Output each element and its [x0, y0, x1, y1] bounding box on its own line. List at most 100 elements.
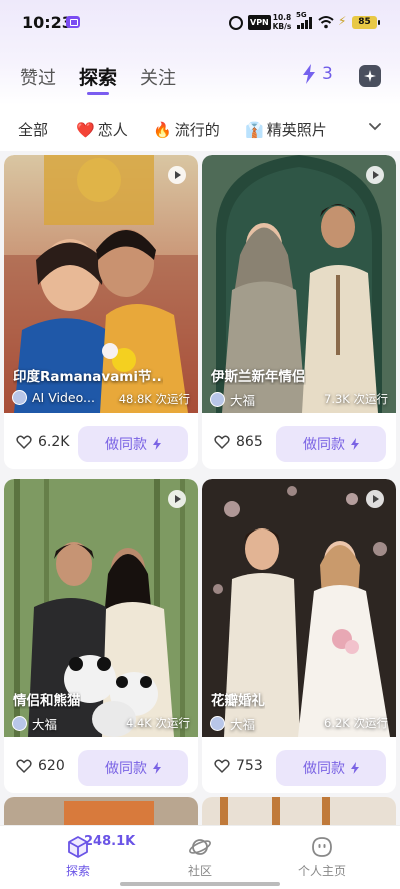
- tab-explore[interactable]: 探索: [79, 63, 117, 90]
- nav-label: 社区: [187, 864, 212, 878]
- nav-explore[interactable]: 探索: [38, 836, 118, 879]
- heart-outline-icon: [214, 435, 230, 449]
- template-card[interactable]: 伊斯兰新年情侣 大福 7.3K 次运行 865 做同款: [202, 155, 396, 469]
- battery-indicator: 85: [352, 16, 380, 29]
- energy-counter[interactable]: 3: [302, 64, 333, 84]
- card-title: 伊斯兰新年情侣: [211, 369, 306, 385]
- avatar: [12, 390, 27, 405]
- card-title: 印度Ramanavami节...: [13, 369, 163, 385]
- alarm-icon: [229, 16, 243, 30]
- like-button[interactable]: 753: [214, 758, 263, 774]
- lightning-icon: [303, 64, 315, 84]
- template-card-partial[interactable]: [4, 797, 198, 825]
- avatar: [210, 392, 225, 407]
- heart-outline-icon: [214, 759, 230, 773]
- sparkle-icon: [364, 70, 376, 82]
- run-count: 6.2K 次运行: [324, 716, 388, 730]
- lightning-icon: [153, 762, 161, 774]
- template-feed: 印度Ramanavami节... AI Video... 48.8K 次运行 6…: [0, 151, 400, 825]
- author-name: AI Video...: [32, 390, 95, 405]
- heart-icon: ❤️: [76, 120, 95, 139]
- fire-icon: 🔥: [153, 120, 172, 139]
- like-count: 6.2K: [38, 434, 70, 450]
- create-button[interactable]: [359, 65, 381, 87]
- nav-label: 个人主页: [297, 864, 346, 878]
- vpn-badge: VPN: [248, 15, 271, 30]
- nav-community[interactable]: 社区: [160, 836, 240, 879]
- card-author: AI Video...: [12, 390, 95, 405]
- energy-count: 3: [322, 64, 333, 84]
- charging-icon: ⚡: [338, 14, 347, 28]
- nav-label: 探索: [65, 864, 90, 878]
- template-card[interactable]: 花瓣婚礼 大福 6.2K 次运行 753 做同款: [202, 479, 396, 793]
- card-thumbnail-partial: [202, 797, 396, 825]
- run-count: 48.8K 次运行: [118, 392, 190, 406]
- like-button[interactable]: 865: [214, 434, 263, 450]
- like-count: 865: [236, 434, 263, 450]
- like-count: 753: [236, 758, 263, 774]
- signal-icon: 5G: [296, 11, 314, 29]
- category-label: 精英照片: [266, 121, 327, 139]
- lightning-icon: [153, 438, 161, 450]
- play-icon: [366, 490, 384, 508]
- template-card-partial[interactable]: [202, 797, 396, 825]
- run-count: 7.3K 次运行: [324, 392, 388, 406]
- explore-icon: [68, 836, 88, 858]
- card-author: 大福: [12, 714, 57, 733]
- active-tab-indicator: [87, 92, 109, 95]
- category-filter-bar: 全部 ❤️ 恋人 🔥 流行的 👔 精英照片: [0, 105, 400, 151]
- home-indicator: [120, 882, 280, 886]
- like-button[interactable]: 6.2K: [16, 434, 69, 450]
- card-title: 花瓣婚礼: [211, 693, 265, 709]
- make-same-button[interactable]: 做同款: [78, 426, 188, 462]
- suit-icon: 👔: [245, 120, 264, 139]
- network-speed: 10.8 KB/s: [271, 13, 293, 31]
- template-card[interactable]: 印度Ramanavami节... AI Video... 48.8K 次运行 6…: [4, 155, 198, 469]
- make-same-button[interactable]: 做同款: [276, 750, 386, 786]
- category-label: 恋人: [97, 121, 128, 139]
- lightning-icon: [351, 438, 359, 450]
- template-card[interactable]: 情侣和熊猫 大福 4.4K 次运行 620 做同款: [4, 479, 198, 793]
- wifi-icon: [318, 16, 334, 29]
- card-footer: 6.2K 做同款: [4, 413, 198, 469]
- category-all[interactable]: 全部: [18, 119, 48, 140]
- card-footer: 753 做同款: [202, 737, 396, 793]
- avatar: [12, 716, 27, 731]
- tab-liked[interactable]: 赞过: [20, 64, 56, 90]
- card-footer: 865 做同款: [202, 413, 396, 469]
- author-name: 大福: [32, 717, 58, 732]
- category-label: 流行的: [174, 121, 220, 139]
- card-author: 大福: [210, 714, 255, 733]
- category-lovers[interactable]: ❤️ 恋人: [76, 119, 128, 140]
- app-notification-icon: [66, 16, 80, 28]
- author-name: 大福: [230, 393, 256, 408]
- author-name: 大福: [230, 717, 256, 732]
- avatar: [210, 716, 225, 731]
- category-label: 全部: [18, 121, 49, 139]
- nav-profile[interactable]: 个人主页: [282, 836, 362, 879]
- play-icon: [168, 490, 186, 508]
- make-same-button[interactable]: 做同款: [78, 750, 188, 786]
- chevron-down-icon[interactable]: [368, 120, 382, 134]
- category-trending[interactable]: 🔥 流行的: [153, 119, 220, 140]
- tab-following[interactable]: 关注: [140, 64, 176, 90]
- card-title: 情侣和熊猫: [13, 693, 81, 709]
- planet-icon: [189, 839, 211, 855]
- make-same-label: 做同款: [105, 761, 147, 777]
- heart-outline-icon: [16, 759, 32, 773]
- card-thumbnail-partial: [4, 797, 198, 825]
- heart-outline-icon: [16, 435, 32, 449]
- like-button[interactable]: 620: [16, 758, 65, 774]
- make-same-button[interactable]: 做同款: [276, 426, 386, 462]
- status-bar: 10:23 VPN 10.8 KB/s 5G ⚡ 85: [0, 0, 400, 46]
- category-elite-photos[interactable]: 👔 精英照片: [245, 119, 327, 140]
- play-icon: [366, 166, 384, 184]
- network-speed-value: 10.8: [272, 13, 292, 22]
- run-count: 4.4K 次运行: [126, 716, 190, 730]
- profile-icon: [312, 837, 332, 857]
- like-count: 620: [38, 758, 65, 774]
- lightning-icon: [351, 762, 359, 774]
- make-same-label: 做同款: [303, 761, 345, 777]
- make-same-label: 做同款: [105, 437, 147, 453]
- play-icon: [168, 166, 186, 184]
